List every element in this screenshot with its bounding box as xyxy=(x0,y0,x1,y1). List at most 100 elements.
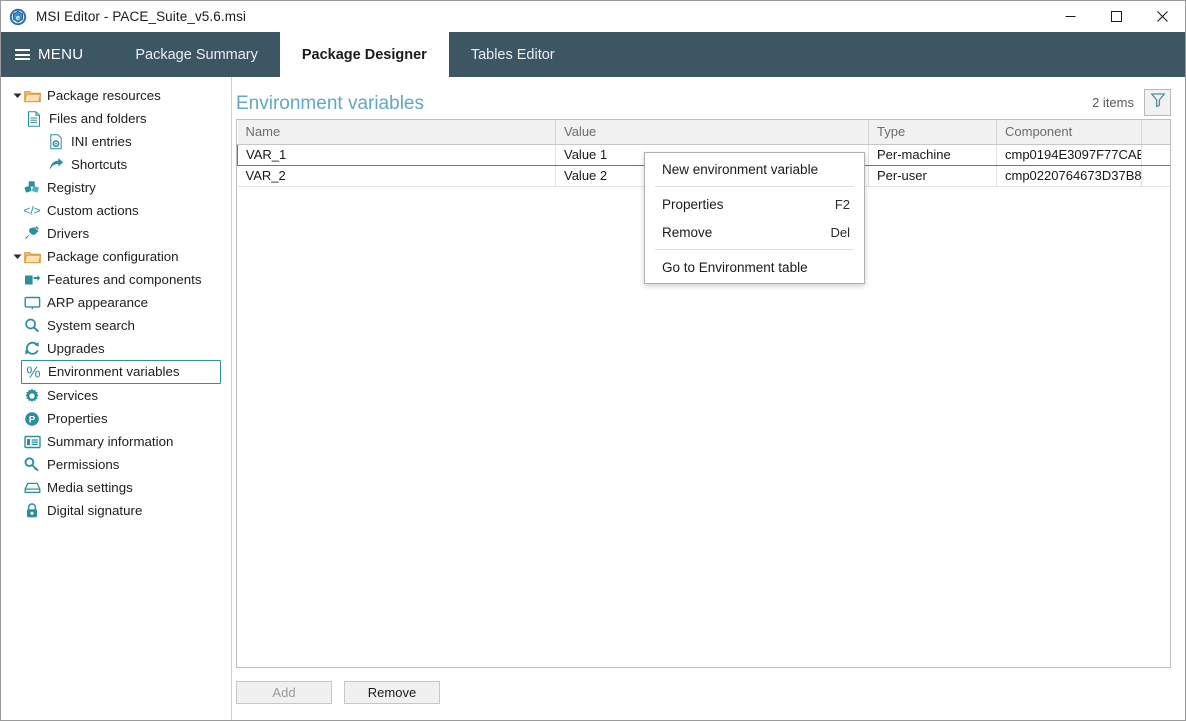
context-menu-item-go-to-environment-table[interactable]: Go to Environment table xyxy=(645,253,864,281)
hamburger-icon xyxy=(15,49,30,60)
content-header-right: 2 items xyxy=(1092,89,1171,119)
context-menu-item-remove[interactable]: Remove Del xyxy=(645,218,864,246)
tab-tables-editor[interactable]: Tables Editor xyxy=(449,32,577,77)
code-brackets-icon: </> xyxy=(23,202,41,219)
folder-icon xyxy=(23,248,41,265)
cell-filler xyxy=(1141,165,1170,187)
magnifier-icon xyxy=(23,317,41,334)
tab-label: Tables Editor xyxy=(470,46,555,63)
sidebar-item-ini-entries[interactable]: INI entries xyxy=(1,130,231,153)
sidebar-item-label: Custom actions xyxy=(47,202,139,218)
sidebar-item-label: System search xyxy=(47,317,135,333)
sidebar-item-label: Package configuration xyxy=(47,248,179,264)
navigation-sidebar: Package resources Files and folders INI … xyxy=(1,77,232,720)
drive-icon xyxy=(23,479,41,496)
sidebar-item-arp-appearance[interactable]: ARP appearance xyxy=(1,291,231,314)
sidebar-item-label: Properties xyxy=(47,410,108,426)
caret-down-icon[interactable] xyxy=(11,251,23,263)
context-menu-separator xyxy=(655,186,854,187)
sidebar-item-label: Digital signature xyxy=(47,502,143,518)
maximize-icon[interactable] xyxy=(1093,1,1139,32)
context-menu-item-accel: Del xyxy=(830,224,850,240)
sidebar-item-label: Drivers xyxy=(47,225,90,241)
caret-down-icon[interactable] xyxy=(11,90,23,102)
menu-button-label: MENU xyxy=(38,46,84,63)
svg-text:</>: </> xyxy=(23,204,40,217)
svg-text:P: P xyxy=(29,414,36,425)
cell-type[interactable]: Per-machine xyxy=(868,143,997,166)
sidebar-item-label: ARP appearance xyxy=(47,294,149,310)
folder-icon xyxy=(23,87,41,104)
lock-icon xyxy=(23,502,41,519)
close-icon[interactable] xyxy=(1139,1,1185,32)
context-menu-separator xyxy=(655,249,854,250)
percent-icon: % xyxy=(24,364,42,381)
cell-component[interactable]: cmp0194E3097F77CAB8A xyxy=(996,143,1142,166)
sidebar-item-label: Registry xyxy=(47,179,96,195)
sidebar-item-files-and-folders[interactable]: Files and folders xyxy=(1,107,231,130)
remove-button-label: Remove xyxy=(367,685,417,700)
tab-strip: Package Summary Package Designer Tables … xyxy=(113,32,576,77)
sidebar-item-label: Media settings xyxy=(47,479,133,495)
list-panel-icon xyxy=(23,433,41,450)
sidebar-item-media-settings[interactable]: Media settings xyxy=(1,476,231,499)
sidebar-item-registry[interactable]: Registry xyxy=(1,176,231,199)
registry-blocks-icon xyxy=(23,179,41,196)
cell-name[interactable]: VAR_1 xyxy=(237,143,556,166)
context-menu-item-label: New environment variable xyxy=(662,161,819,177)
sidebar-item-upgrades[interactable]: Upgrades xyxy=(1,337,231,360)
sidebar-item-summary-information[interactable]: Summary information xyxy=(1,430,231,453)
sidebar-item-label: Package resources xyxy=(47,87,161,103)
column-header-type[interactable]: Type xyxy=(868,120,997,145)
sidebar-item-label: Environment variables xyxy=(48,364,180,380)
svg-text:%: % xyxy=(26,365,40,381)
cell-type[interactable]: Per-user xyxy=(868,165,997,187)
sidebar-item-label: Upgrades xyxy=(47,340,105,356)
context-menu[interactable]: New environment variable Properties F2 R… xyxy=(644,152,865,284)
column-header-value[interactable]: Value xyxy=(555,120,869,145)
body-split: Package resources Files and folders INI … xyxy=(1,77,1185,720)
minimize-icon[interactable] xyxy=(1047,1,1093,32)
remove-button[interactable]: Remove xyxy=(344,681,440,704)
sidebar-item-label: Services xyxy=(47,387,98,403)
tab-package-designer[interactable]: Package Designer xyxy=(279,32,449,77)
context-menu-item-accel: F2 xyxy=(834,196,850,212)
sidebar-item-label: INI entries xyxy=(71,133,132,149)
application-window: e MSI Editor - PACE_Suite_v5.6.msi MENU xyxy=(0,0,1186,721)
content-header: Environment variables 2 items xyxy=(236,77,1171,119)
menu-button[interactable]: MENU xyxy=(1,32,99,77)
features-icon xyxy=(23,271,41,288)
sidebar-item-properties[interactable]: P Properties xyxy=(1,407,231,430)
item-count-label: 2 items xyxy=(1092,95,1134,110)
ribbon-bar: MENU Package Summary Package Designer Ta… xyxy=(1,32,1185,77)
context-menu-item-new-environment-variable[interactable]: New environment variable xyxy=(645,155,864,183)
sidebar-item-features-and-components[interactable]: Features and components xyxy=(1,268,231,291)
circle-p-icon: P xyxy=(23,410,41,427)
column-header-name[interactable]: Name xyxy=(237,120,556,145)
sidebar-item-package-resources[interactable]: Package resources xyxy=(1,84,231,107)
sidebar-item-custom-actions[interactable]: </> Custom actions xyxy=(1,199,231,222)
monitor-icon xyxy=(23,294,41,311)
funnel-filter-icon xyxy=(1150,92,1166,113)
plug-icon xyxy=(23,225,41,242)
cell-component[interactable]: cmp0220764673D37B8F2 xyxy=(996,165,1142,187)
context-menu-item-properties[interactable]: Properties F2 xyxy=(645,190,864,218)
sidebar-item-environment-variables[interactable]: % Environment variables xyxy=(21,360,221,384)
filter-button[interactable] xyxy=(1144,89,1171,116)
refresh-icon xyxy=(23,340,41,357)
sidebar-item-system-search[interactable]: System search xyxy=(1,314,231,337)
sidebar-item-services[interactable]: Services xyxy=(1,384,231,407)
sidebar-item-shortcuts[interactable]: Shortcuts xyxy=(1,153,231,176)
sidebar-item-permissions[interactable]: Permissions xyxy=(1,453,231,476)
sidebar-item-digital-signature[interactable]: Digital signature xyxy=(1,499,231,522)
footer-buttons: Add Remove xyxy=(236,668,1171,720)
cell-name[interactable]: VAR_2 xyxy=(237,165,556,187)
gear-icon xyxy=(23,387,41,404)
add-button[interactable]: Add xyxy=(236,681,332,704)
tab-package-summary[interactable]: Package Summary xyxy=(113,32,280,77)
sidebar-item-package-configuration[interactable]: Package configuration xyxy=(1,245,231,268)
context-menu-item-label: Properties xyxy=(662,196,724,212)
sidebar-item-drivers[interactable]: Drivers xyxy=(1,222,231,245)
window-controls xyxy=(1047,1,1185,32)
column-header-component[interactable]: Component xyxy=(996,120,1142,145)
